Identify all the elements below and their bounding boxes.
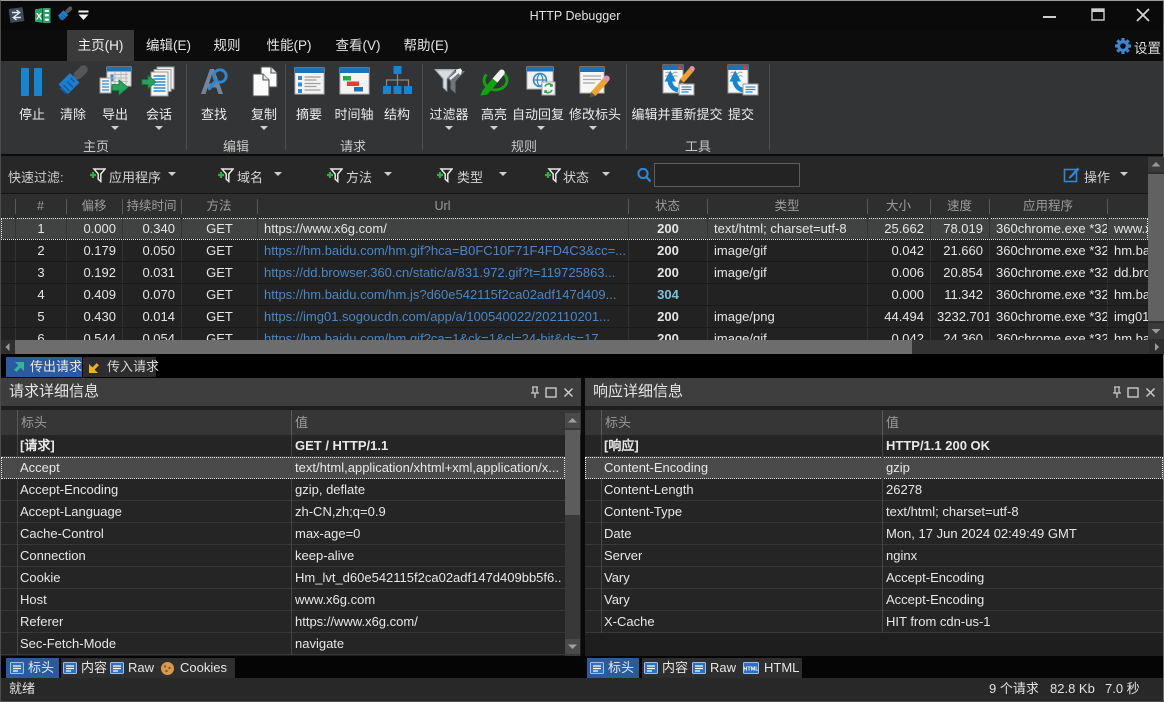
svg-text:HTML: HTML <box>743 667 759 673</box>
